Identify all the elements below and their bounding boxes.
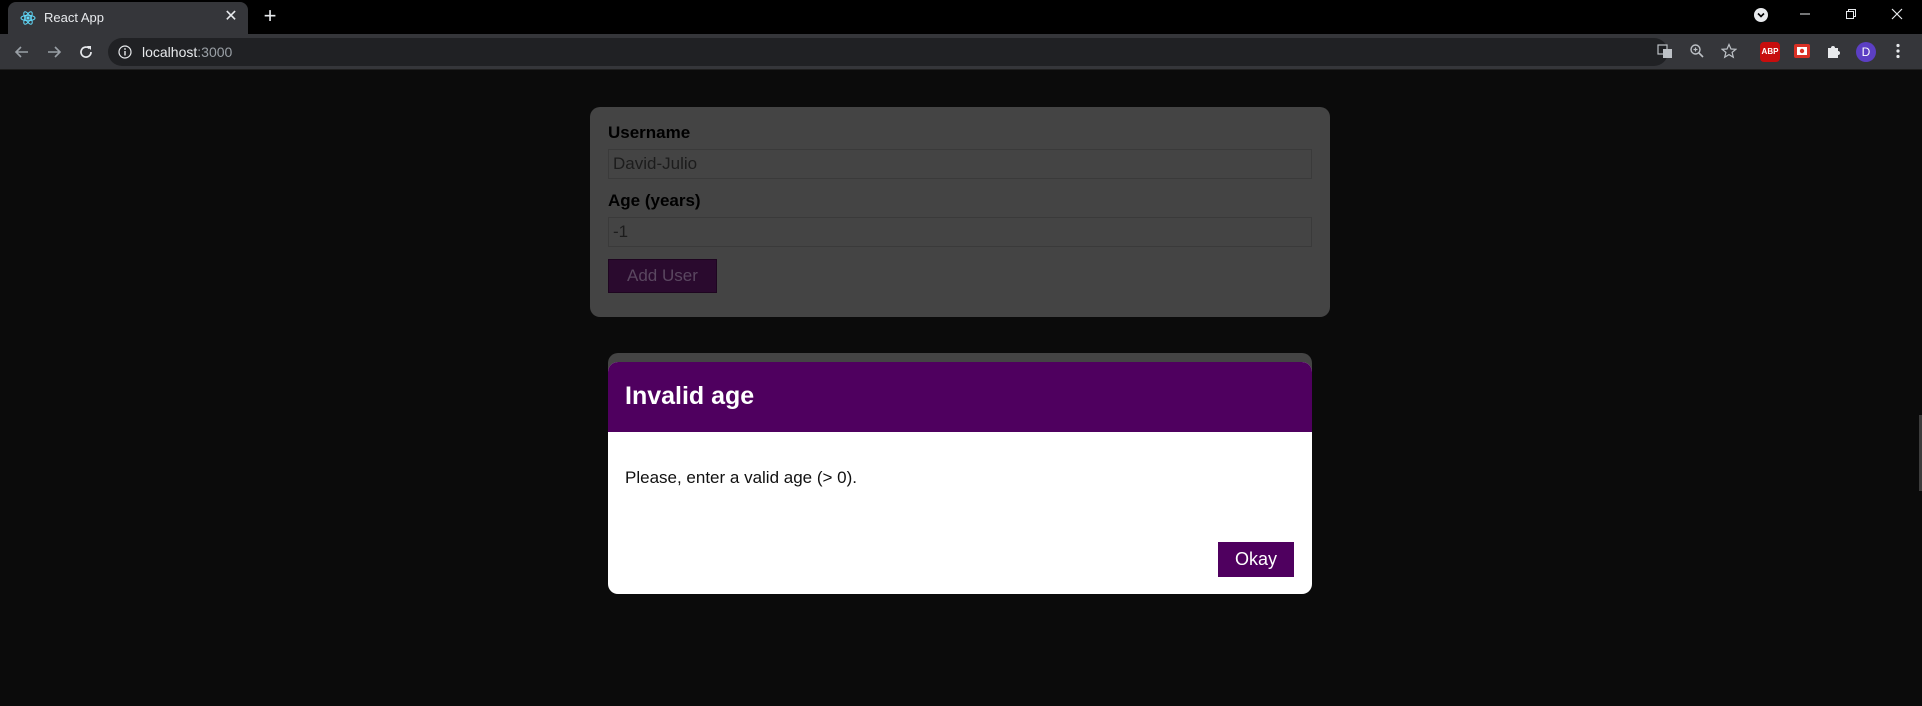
new-tab-button[interactable]: + — [258, 4, 282, 28]
username-input[interactable] — [608, 149, 1312, 179]
close-icon — [1891, 8, 1903, 20]
bookmark-button[interactable] — [1720, 43, 1738, 61]
restore-icon — [1846, 9, 1856, 19]
extensions-button[interactable] — [1824, 42, 1844, 62]
minimize-button[interactable] — [1782, 0, 1828, 30]
close-window-button[interactable] — [1874, 0, 1920, 30]
video-extension-icon — [1794, 44, 1810, 58]
add-user-form: Username Age (years) Add User — [590, 107, 1330, 317]
error-modal: Invalid age Please, enter a valid age (>… — [608, 362, 1312, 594]
age-label: Age (years) — [608, 191, 701, 210]
close-tab-icon[interactable]: ✕ — [222, 8, 240, 26]
arrow-right-icon — [48, 46, 62, 58]
zoom-icon — [1690, 44, 1704, 58]
reload-button[interactable] — [74, 40, 98, 64]
browser-menu-button[interactable] — [1888, 42, 1908, 62]
arrow-left-icon — [14, 46, 28, 58]
browser-toolbar: localhost:3000 ABP D — [0, 34, 1922, 70]
restore-button[interactable] — [1828, 0, 1874, 30]
modal-header: Invalid age — [608, 362, 1312, 432]
url-port: :3000 — [197, 44, 233, 60]
adblock-extension-icon[interactable]: ABP — [1760, 42, 1780, 62]
profile-avatar[interactable]: D — [1856, 42, 1876, 62]
puzzle-icon — [1828, 46, 1840, 58]
site-info-icon[interactable] — [118, 45, 132, 59]
star-icon — [1720, 43, 1738, 59]
tab-title: React App — [44, 10, 104, 25]
url-host: localhost — [142, 44, 198, 60]
zoom-button[interactable] — [1688, 43, 1706, 61]
minimize-icon — [1800, 13, 1810, 15]
address-bar[interactable]: localhost:3000 — [108, 38, 1738, 66]
modal-body: Please, enter a valid age (> 0). — [608, 432, 1312, 542]
tab-search-button[interactable] — [1738, 0, 1784, 30]
tab-search-icon — [1754, 8, 1768, 22]
modal-footer: Okay — [1217, 542, 1294, 577]
react-logo-icon — [20, 11, 36, 25]
browser-tab-strip: React App ✕ + — [0, 0, 1922, 34]
page-backdrop[interactable]: Username Age (years) Add User Invalid ag… — [0, 71, 1922, 706]
add-user-button[interactable]: Add User — [608, 259, 717, 293]
more-vertical-icon — [1896, 43, 1900, 59]
username-label: Username — [608, 123, 691, 142]
modal-message: Please, enter a valid age (> 0). — [625, 468, 857, 487]
okay-button[interactable]: Okay — [1217, 542, 1294, 577]
translate-icon — [1657, 44, 1672, 58]
back-button[interactable] — [10, 40, 34, 64]
forward-button[interactable] — [42, 40, 66, 64]
reload-icon — [80, 46, 92, 58]
age-input[interactable] — [608, 217, 1312, 247]
url-text[interactable]: localhost:3000 — [142, 44, 232, 60]
translate-button[interactable] — [1656, 43, 1674, 61]
browser-tab[interactable]: React App ✕ — [8, 2, 248, 34]
modal-title: Invalid age — [625, 382, 755, 410]
video-extension-button[interactable] — [1792, 42, 1812, 62]
